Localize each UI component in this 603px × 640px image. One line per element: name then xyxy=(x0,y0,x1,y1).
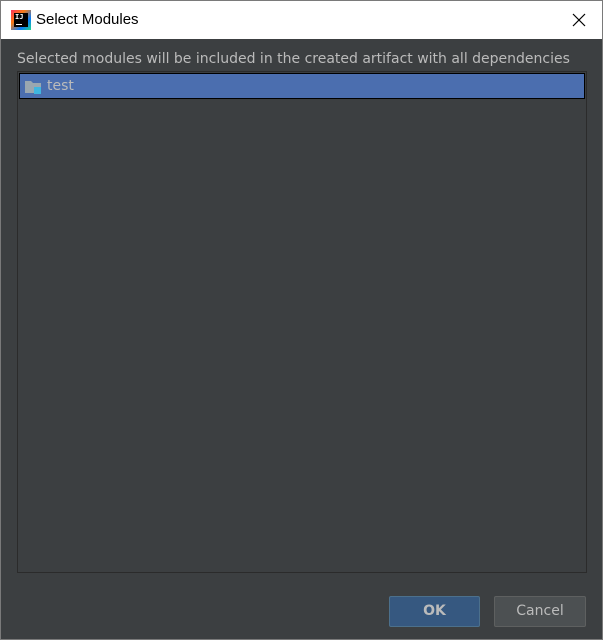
select-modules-dialog: IJ Select Modules Selected modules will … xyxy=(0,0,603,640)
intellij-idea-icon: IJ xyxy=(11,10,31,30)
module-label: test xyxy=(47,78,74,94)
close-button[interactable] xyxy=(556,1,602,39)
dialog-description: Selected modules will be included in the… xyxy=(17,51,570,67)
app-icon-text: IJ xyxy=(15,13,24,21)
cancel-button[interactable]: Cancel xyxy=(494,596,586,627)
app-icon-bar xyxy=(16,24,22,25)
window-title: Select Modules xyxy=(36,11,139,28)
close-icon xyxy=(572,13,586,27)
module-list-item-test[interactable]: test xyxy=(19,73,585,99)
app-icon-inner: IJ xyxy=(14,13,28,27)
title-bar[interactable]: IJ Select Modules xyxy=(1,1,602,39)
modules-list[interactable]: test xyxy=(17,71,587,573)
ok-button[interactable]: OK xyxy=(389,596,480,627)
module-folder-icon xyxy=(25,81,41,94)
